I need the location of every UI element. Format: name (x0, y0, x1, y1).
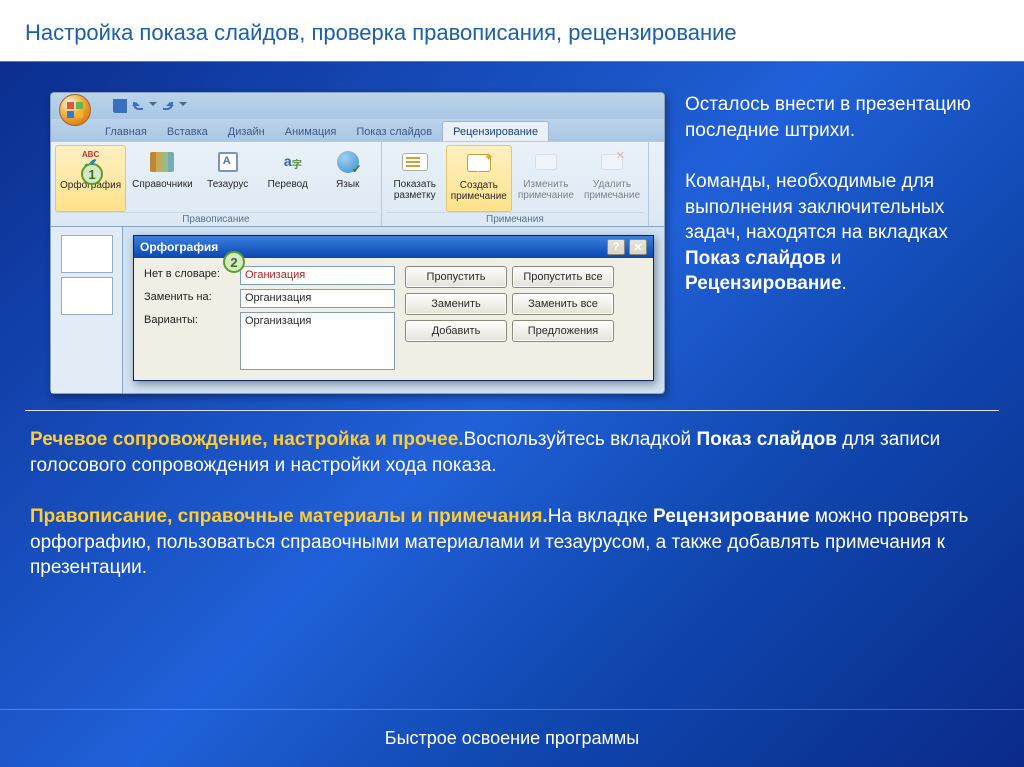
delete-comment-icon (601, 154, 623, 170)
divider (25, 410, 999, 411)
edit-comment-icon (535, 154, 557, 170)
change-button[interactable]: Заменить (405, 293, 507, 315)
markup-icon (402, 153, 428, 171)
undo-dropdown-icon[interactable] (149, 102, 157, 110)
redo-icon[interactable] (163, 102, 173, 110)
callout-marker-2: 2 (223, 251, 245, 273)
lower-h1: Речевое сопровождение, настройка и проче… (30, 429, 464, 450)
powerpoint-window: 1 2 Главная Вставка Дизайн Анимация Пока… (50, 92, 665, 394)
spelling-dialog: Орфография ? ✕ Нет в словаре: Оганизация… (133, 235, 654, 381)
suggest-button[interactable]: Предложения (512, 320, 614, 342)
edit-comment-button: Изменить примечание (514, 145, 578, 212)
delete-comment-label: Удалить примечание (584, 179, 640, 201)
label-not-in-dict: Нет в словаре: (144, 266, 234, 285)
ribbon: ABC✔ Орфография Справочники Тезаурус Пер… (51, 141, 664, 227)
group-proofing-label: Правописание (55, 212, 377, 225)
intro-p2: Команды, необходимые для выполнения закл… (685, 169, 999, 297)
new-comment-button[interactable]: Создать примечание (446, 145, 512, 212)
change-all-button[interactable]: Заменить все (512, 293, 614, 315)
dialog-area: Орфография ? ✕ Нет в словаре: Оганизация… (51, 227, 664, 393)
lower-text-block: Речевое сопровождение, настройка и проче… (0, 417, 1024, 591)
thesaurus-button[interactable]: Тезаурус (199, 145, 257, 212)
change-to-input[interactable]: Организация (240, 289, 395, 308)
research-icon (150, 152, 174, 172)
add-button[interactable]: Добавить (405, 320, 507, 342)
dialog-help-button[interactable]: ? (607, 239, 625, 255)
quick-access-toolbar (51, 93, 664, 119)
content-band: 1 2 Главная Вставка Дизайн Анимация Пока… (0, 62, 1024, 404)
dialog-close-button[interactable]: ✕ (629, 239, 647, 255)
language-label: Язык (336, 179, 359, 190)
research-button[interactable]: Справочники (128, 145, 197, 212)
ribbon-tabs: Главная Вставка Дизайн Анимация Показ сл… (51, 119, 664, 141)
lower-h2: Правописание, справочные материалы и при… (30, 506, 548, 527)
slide-thumbnail-panel (51, 227, 123, 393)
tab-animation[interactable]: Анимация (275, 122, 347, 141)
show-markup-button[interactable]: Показать разметку (386, 145, 444, 212)
slide-thumb[interactable] (61, 235, 113, 273)
tab-slideshow[interactable]: Показ слайдов (346, 122, 442, 141)
qat-customize-icon[interactable] (179, 102, 187, 110)
tab-insert[interactable]: Вставка (157, 122, 218, 141)
dialog-titlebar: Орфография ? ✕ (134, 236, 653, 258)
delete-comment-button: Удалить примечание (580, 145, 644, 212)
language-button[interactable]: Язык (319, 145, 377, 212)
translate-icon (284, 154, 292, 169)
label-variants: Варианты: (144, 312, 234, 370)
research-label: Справочники (132, 179, 193, 190)
thesaurus-icon (218, 152, 238, 172)
undo-icon[interactable] (133, 102, 143, 110)
tab-home[interactable]: Главная (95, 122, 157, 141)
not-in-dict-field: Оганизация (240, 266, 395, 285)
ignore-all-button[interactable]: Пропустить все (512, 266, 614, 288)
new-comment-label: Создать примечание (451, 180, 507, 202)
thesaurus-label: Тезаурус (207, 179, 248, 190)
translate-button[interactable]: Перевод (259, 145, 317, 212)
callout-marker-1: 1 (81, 163, 103, 185)
translate-label: Перевод (268, 179, 308, 190)
show-markup-label: Показать разметку (393, 179, 436, 201)
language-icon (337, 151, 359, 173)
tab-review[interactable]: Рецензирование (442, 121, 549, 141)
tab-design[interactable]: Дизайн (218, 122, 275, 141)
new-comment-icon (467, 154, 491, 172)
office-button[interactable] (59, 94, 91, 126)
footer-text: Быстрое освоение программы (0, 709, 1024, 767)
slide-title: Настройка показа слайдов, проверка право… (0, 0, 1024, 61)
group-proofing: ABC✔ Орфография Справочники Тезаурус Пер… (51, 142, 382, 226)
dialog-title-text: Орфография (140, 240, 218, 254)
group-comments: Показать разметку Создать примечание Изм… (382, 142, 649, 226)
slide-thumb[interactable] (61, 277, 113, 315)
ignore-button[interactable]: Пропустить (405, 266, 507, 288)
edit-comment-label: Изменить примечание (518, 179, 574, 201)
intro-text: Осталось внести в презентацию последние … (685, 92, 999, 297)
variants-list[interactable]: Организация (240, 312, 395, 370)
group-comments-label: Примечания (386, 212, 644, 225)
intro-p1: Осталось внести в презентацию последние … (685, 92, 999, 143)
label-change-to: Заменить на: (144, 289, 234, 308)
save-icon[interactable] (113, 99, 127, 113)
